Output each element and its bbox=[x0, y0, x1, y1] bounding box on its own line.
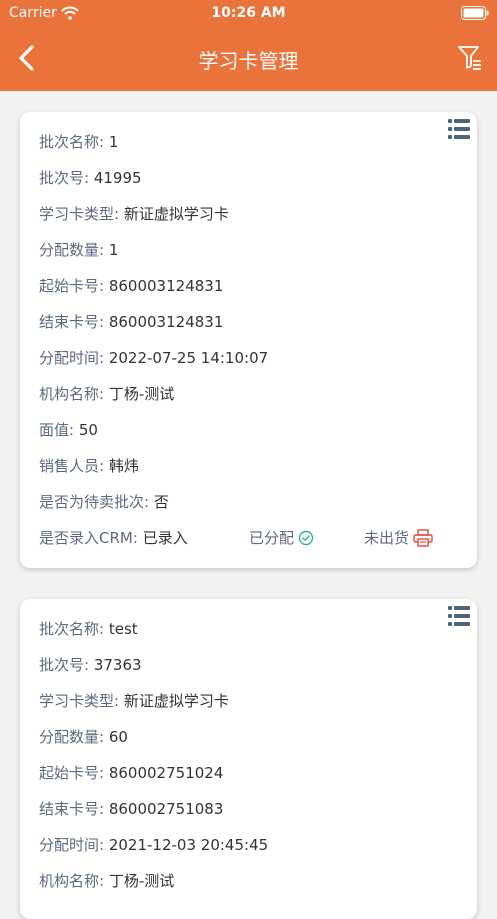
field-crm: 是否录入CRM: 已录入 bbox=[39, 529, 188, 547]
field-card-type: 学习卡类型: 新证虚拟学习卡 bbox=[39, 692, 229, 710]
field-batch-no: 批次号: 37363 bbox=[39, 656, 142, 674]
check-circle-icon bbox=[298, 530, 314, 546]
field-sales-person: 销售人员: 韩炜 bbox=[39, 457, 139, 475]
field-end-card: 结束卡号: 860002751083 bbox=[39, 800, 224, 818]
field-assign-time: 分配时间: 2021-12-03 20:45:45 bbox=[39, 836, 269, 854]
nav-bar: 学习卡管理 bbox=[0, 28, 497, 91]
field-pending-sale: 是否为待卖批次: 否 bbox=[39, 493, 169, 511]
field-end-card: 结束卡号: 860003124831 bbox=[39, 313, 224, 331]
field-org-name: 机构名称: 丁杨-测试 bbox=[39, 385, 175, 403]
card-batch-2[interactable]: 批次名称: test 批次号: 37363 学习卡类型: 新证虚拟学习卡 分配数… bbox=[20, 599, 477, 919]
card-batch-1[interactable]: 批次名称: 1 批次号: 41995 学习卡类型: 新证虚拟学习卡 分配数量: … bbox=[20, 112, 477, 568]
field-quantity: 分配数量: 1 bbox=[39, 241, 119, 259]
field-org-name: 机构名称: 丁杨-测试 bbox=[39, 872, 175, 890]
app-header: Carrier 10:26 AM 学习卡管理 bbox=[0, 0, 497, 91]
field-face-value: 面值: 50 bbox=[39, 421, 98, 439]
status-bar: Carrier 10:26 AM bbox=[0, 0, 497, 28]
page-title: 学习卡管理 bbox=[198, 49, 299, 73]
battery-icon bbox=[461, 6, 489, 20]
field-start-card: 起始卡号: 860003124831 bbox=[39, 277, 224, 295]
filter-icon[interactable] bbox=[457, 44, 483, 72]
field-card-type: 学习卡类型: 新证虚拟学习卡 bbox=[39, 205, 229, 223]
list-menu-icon[interactable] bbox=[447, 117, 471, 141]
clock: 10:26 AM bbox=[211, 5, 286, 21]
field-batch-name: 批次名称: test bbox=[39, 620, 138, 638]
field-assign-time: 分配时间: 2022-07-25 14:10:07 bbox=[39, 349, 269, 367]
list-menu-icon[interactable] bbox=[447, 604, 471, 628]
field-batch-no: 批次号: 41995 bbox=[39, 169, 142, 187]
assigned-status: 已分配 bbox=[249, 525, 314, 551]
field-batch-name: 批次名称: 1 bbox=[39, 133, 119, 151]
ship-status[interactable]: 未出货 bbox=[364, 525, 433, 551]
field-start-card: 起始卡号: 860002751024 bbox=[39, 764, 224, 782]
printer-icon bbox=[413, 529, 433, 547]
field-quantity: 分配数量: 60 bbox=[39, 728, 128, 746]
